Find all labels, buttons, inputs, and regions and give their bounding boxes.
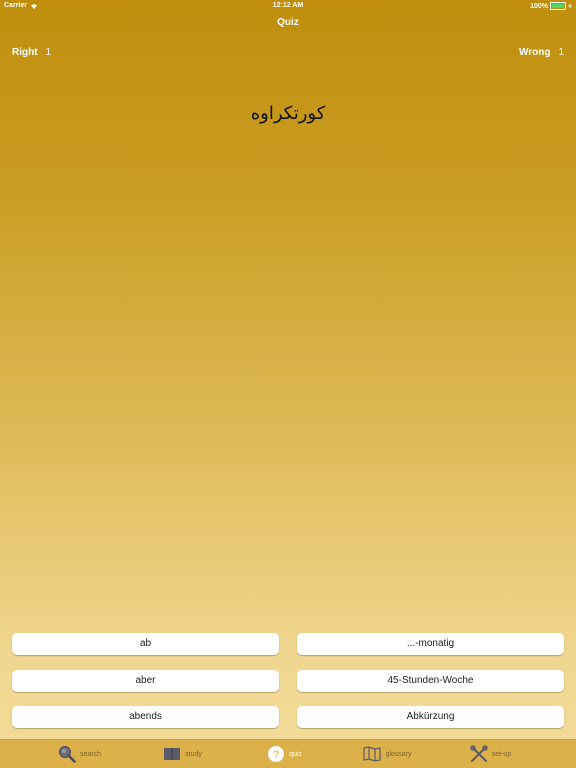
battery-icon — [550, 2, 566, 10]
battery-percent: 100% — [530, 2, 548, 10]
charging-icon — [568, 3, 572, 9]
book-icon — [164, 748, 181, 760]
tab-label: search — [79, 750, 101, 758]
tab-label: quiz — [289, 750, 302, 758]
answer-button-1[interactable]: ab — [12, 633, 279, 655]
svg-text:?: ? — [273, 749, 279, 761]
answer-button-4[interactable]: 45-Stunden-Woche — [297, 670, 564, 692]
wrong-score: Wrong 1 — [519, 47, 564, 58]
wrong-label: Wrong — [518, 47, 551, 58]
status-right: 100% — [530, 2, 572, 10]
answer-button-6[interactable]: Abkürzung — [297, 706, 564, 728]
map-icon — [363, 746, 382, 762]
right-score: Right 1 — [12, 47, 51, 58]
tab-study[interactable]: study — [125, 740, 240, 768]
tab-search[interactable]: search — [22, 740, 137, 768]
quiz-question: کورتکراوه — [250, 103, 326, 124]
tab-quiz[interactable]: ? quiz — [227, 740, 342, 768]
tab-label: study — [185, 750, 202, 758]
tab-glossary[interactable]: glossary — [330, 740, 445, 768]
tab-label: set-up — [491, 750, 512, 758]
right-label: Right — [12, 47, 38, 58]
tab-label: glossary — [385, 750, 412, 758]
tab-bar: search study ? quiz glossary set-up — [0, 739, 576, 768]
magnifier-icon — [58, 746, 76, 763]
wrong-count: 1 — [558, 47, 564, 58]
tools-icon — [469, 745, 488, 762]
answer-button-2[interactable]: ...-monatig — [297, 633, 564, 655]
answer-button-5[interactable]: abends — [12, 706, 279, 728]
tab-set-up[interactable]: set-up — [433, 740, 548, 768]
page-title: Quiz — [277, 17, 299, 28]
right-count: 1 — [45, 47, 52, 58]
status-time: 12:12 AM — [272, 2, 304, 9]
answer-button-3[interactable]: aber — [12, 670, 279, 692]
question-circle-icon: ? — [268, 746, 285, 762]
status-bar: Carrier 12:12 AM 100% — [0, 0, 576, 12]
